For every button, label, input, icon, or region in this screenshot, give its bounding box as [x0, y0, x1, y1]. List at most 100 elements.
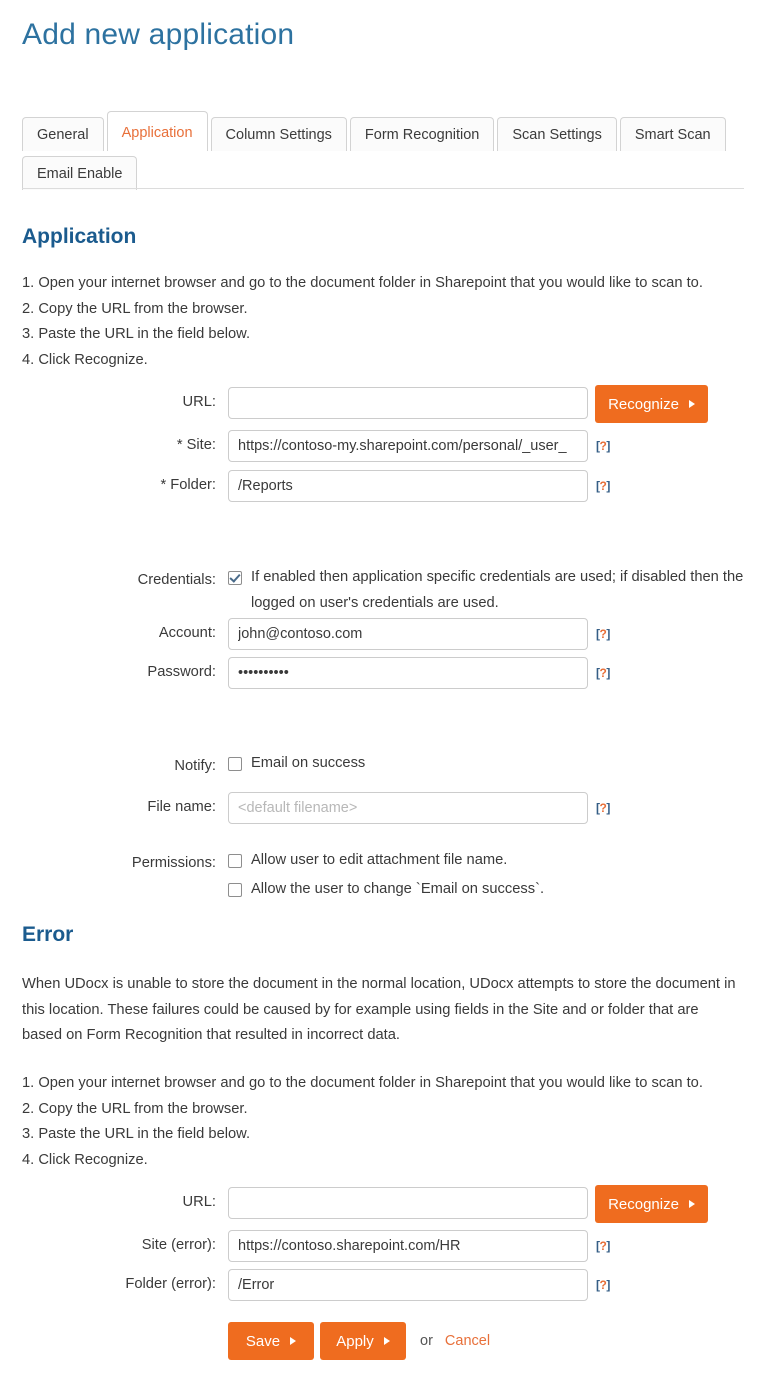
apply-button[interactable]: Apply	[320, 1322, 406, 1360]
permissions-checkbox-change-email-on-success[interactable]	[228, 883, 242, 897]
application-folder-help-icon[interactable]: [?]	[596, 470, 610, 502]
error-folder-row: Folder (error): [?]	[34, 1269, 610, 1301]
error-url-row: URL:	[34, 1187, 588, 1219]
permissions-text-2: Allow the user to change `Email on succe…	[251, 881, 545, 897]
application-url-field-wrap	[228, 387, 588, 419]
save-button-label: Save	[245, 1332, 281, 1350]
permissions-checkbox-1-wrap	[228, 848, 242, 872]
application-folder-input[interactable]	[228, 470, 588, 502]
application-folder-field-wrap	[228, 470, 588, 502]
application-recognize-label: Recognize	[608, 395, 679, 413]
arrow-right-icon	[383, 1337, 390, 1345]
password-input[interactable]	[228, 657, 588, 689]
page-title: Add new application	[22, 18, 295, 51]
error-site-help-icon[interactable]: [?]	[596, 1230, 610, 1262]
error-section-heading: Error	[22, 923, 74, 946]
error-step-3: 3. Paste the URL in the field below.	[22, 1126, 251, 1143]
credentials-checkbox[interactable]	[228, 571, 242, 585]
application-site-field-wrap	[228, 430, 588, 462]
notify-checkbox[interactable]	[228, 757, 242, 771]
file-name-field-wrap	[228, 792, 588, 824]
error-url-input[interactable]	[228, 1187, 588, 1219]
error-description: When UDocx is unable to store the docume…	[22, 976, 736, 1044]
save-button[interactable]: Save	[228, 1322, 314, 1360]
error-recognize-label: Recognize	[608, 1195, 679, 1213]
error-site-field-wrap	[228, 1230, 588, 1262]
application-url-label: URL:	[182, 394, 216, 410]
notify-checkbox-wrap	[228, 751, 242, 775]
error-site-row: Site (error): [?]	[34, 1230, 610, 1262]
account-input[interactable]	[228, 618, 588, 650]
apply-button-label: Apply	[336, 1332, 374, 1350]
application-section-heading: Application	[22, 225, 137, 248]
file-name-label: File name:	[147, 799, 216, 815]
password-row: Password: [?]	[34, 657, 610, 689]
account-label: Account:	[158, 625, 216, 641]
application-step-2: 2. Copy the URL from the browser.	[22, 300, 248, 317]
application-folder-label: * Folder:	[160, 477, 216, 493]
cancel-link[interactable]: Cancel	[445, 1333, 490, 1349]
application-url-row: URL:	[34, 387, 588, 419]
error-step-1: 1. Open your internet browser and go to …	[22, 1075, 703, 1091]
file-name-input[interactable]	[228, 792, 588, 824]
application-site-help-icon[interactable]: [?]	[596, 430, 610, 462]
credentials-checkbox-wrap	[228, 565, 242, 589]
application-step-4: 4. Click Recognize.	[22, 351, 148, 368]
account-row: Account: [?]	[34, 618, 610, 650]
permissions-text-1: Allow user to edit attachment file name.	[251, 852, 508, 868]
file-name-row: File name: [?]	[34, 792, 610, 824]
permissions-row-2: Allow the user to change `Email on succe…	[34, 877, 544, 903]
tab-bar-divider	[22, 188, 744, 189]
error-site-label: Site (error):	[141, 1237, 216, 1253]
arrow-right-icon	[688, 400, 695, 408]
tab-scan-settings[interactable]: Scan Settings	[497, 117, 617, 151]
arrow-right-icon	[688, 1200, 695, 1208]
credentials-description: If enabled then application specific cre…	[251, 569, 744, 611]
application-url-input[interactable]	[228, 387, 588, 419]
tab-smart-scan[interactable]: Smart Scan	[619, 117, 726, 151]
error-folder-label: Folder (error):	[125, 1276, 216, 1292]
arrow-right-icon	[290, 1337, 297, 1345]
application-steps-list: 1. Open your internet browser and go to …	[22, 271, 752, 373]
application-site-label: * Site:	[176, 437, 216, 453]
error-url-field-wrap	[228, 1187, 588, 1219]
notify-label: Notify:	[174, 758, 216, 774]
application-site-input[interactable]	[228, 430, 588, 462]
tab-form-recognition[interactable]: Form Recognition	[349, 117, 495, 151]
notify-description: Email on success	[251, 755, 366, 771]
application-step-1: 1. Open your internet browser and go to …	[22, 275, 703, 291]
password-help-icon[interactable]: [?]	[596, 657, 610, 689]
tab-email-enable[interactable]: Email Enable	[22, 156, 138, 190]
permissions-checkbox-edit-filename[interactable]	[228, 854, 242, 868]
error-steps-list: 1. Open your internet browser and go to …	[22, 1071, 752, 1173]
application-site-row: * Site: [?]	[34, 430, 610, 462]
tab-row-secondary: Email Enable	[22, 156, 744, 190]
permissions-label: Permissions:	[131, 855, 216, 871]
credentials-row: Credentials: If enabled then application…	[34, 565, 765, 616]
tab-column-settings[interactable]: Column Settings	[210, 117, 347, 151]
error-site-input[interactable]	[228, 1230, 588, 1262]
account-help-icon[interactable]: [?]	[596, 618, 610, 650]
notify-row: Notify: Email on success	[34, 751, 365, 781]
error-url-label: URL:	[182, 1194, 216, 1210]
error-recognize-button[interactable]: Recognize	[595, 1185, 708, 1223]
tab-row-primary: General Application Column Settings Form…	[22, 111, 744, 151]
or-separator: or	[420, 1333, 433, 1349]
error-folder-help-icon[interactable]: [?]	[596, 1269, 610, 1301]
tab-general[interactable]: General	[22, 117, 104, 151]
permissions-row-1: Permissions: Allow user to edit attachme…	[34, 848, 507, 878]
application-folder-row: * Folder: [?]	[34, 470, 610, 502]
password-field-wrap	[228, 657, 588, 689]
error-step-4: 4. Click Recognize.	[22, 1151, 148, 1168]
file-name-help-icon[interactable]: [?]	[596, 792, 610, 824]
error-folder-input[interactable]	[228, 1269, 588, 1301]
tab-bar: General Application Column Settings Form…	[22, 111, 744, 190]
account-field-wrap	[228, 618, 588, 650]
credentials-label: Credentials:	[137, 572, 216, 588]
add-application-page: Add new application General Application …	[0, 0, 765, 1388]
permissions-checkbox-2-wrap	[228, 877, 242, 901]
tab-application[interactable]: Application	[106, 111, 208, 151]
footer-actions: Save Apply or Cancel	[228, 1322, 490, 1360]
application-step-3: 3. Paste the URL in the field below.	[22, 326, 251, 343]
application-recognize-button[interactable]: Recognize	[595, 385, 708, 423]
